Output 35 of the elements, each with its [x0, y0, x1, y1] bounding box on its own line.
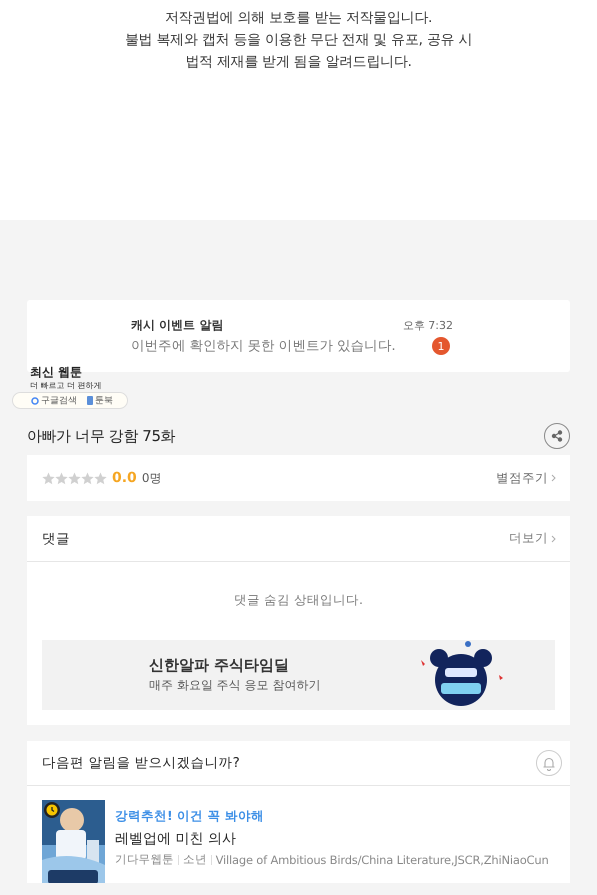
- rating-score: 0.0: [112, 470, 137, 486]
- widget-headline: 최신 웹툰: [30, 364, 82, 381]
- recommend-tag: 강력추천! 이건 꼭 봐야해: [115, 808, 549, 825]
- share-button[interactable]: [544, 423, 570, 449]
- chevron-icon: [551, 474, 556, 482]
- notice-text: 불법 복제와 캡처 등을 이용한 무단 전재 및 유포, 공유 시: [124, 31, 472, 50]
- search-engine-icon: [31, 396, 39, 404]
- comic-title[interactable]: 레벨업에 미친 의사: [115, 830, 549, 848]
- notice-text: 법적 제재를 받게 됨을 알려드립니다.: [185, 53, 412, 72]
- widget-link[interactable]: 툰북: [87, 394, 113, 407]
- rate-link[interactable]: 별점주기: [496, 470, 556, 486]
- notification-title: 캐시 이벤트 알림: [131, 316, 224, 334]
- alert-question: 다음편 알림을 받으시겠습니까?: [42, 754, 240, 772]
- ad-subtitle: 매주 화요일 주식 응모 참여하기: [149, 677, 322, 694]
- notification-message: 이번주에 확인하지 못한 이벤트가 있습니다.: [131, 337, 396, 355]
- widget-tagline: 더 빠르고 더 편하게: [30, 380, 102, 391]
- comic-meta: 소년: [183, 852, 207, 867]
- bell-icon: [542, 756, 556, 770]
- share-icon: [551, 430, 563, 442]
- episode-title: 아빠가 너무 강함 75화: [27, 426, 176, 446]
- notice-text: 저작권법에 의해 보호를 받는 저작물입니다.: [164, 9, 432, 28]
- comments-hidden-message: 댓글 숨김 상태입니다.: [234, 592, 363, 607]
- clock-icon: [44, 802, 60, 818]
- comments-title: 댓글: [42, 530, 70, 548]
- ad-banner[interactable]: 신한알파 주식타임딜 매주 화요일 주식 응모 참여하기: [42, 640, 555, 710]
- comic-meta: 기다무웹툰: [115, 852, 174, 867]
- comic-meta: Village of Ambitious Birds/China Literature,JSCR,ZhiNiaoCun: [216, 852, 549, 866]
- rating-count: 0명: [142, 470, 162, 486]
- notification-time: 오후 7:32: [402, 318, 453, 332]
- notification-badge: 1: [432, 337, 450, 355]
- chevron-icon: [551, 534, 556, 542]
- more-link[interactable]: 더보기: [509, 530, 556, 547]
- ad-title: 신한알파 주식타임딜: [149, 656, 290, 675]
- widget-link[interactable]: 구글검색: [31, 394, 77, 407]
- book-icon: [87, 396, 93, 405]
